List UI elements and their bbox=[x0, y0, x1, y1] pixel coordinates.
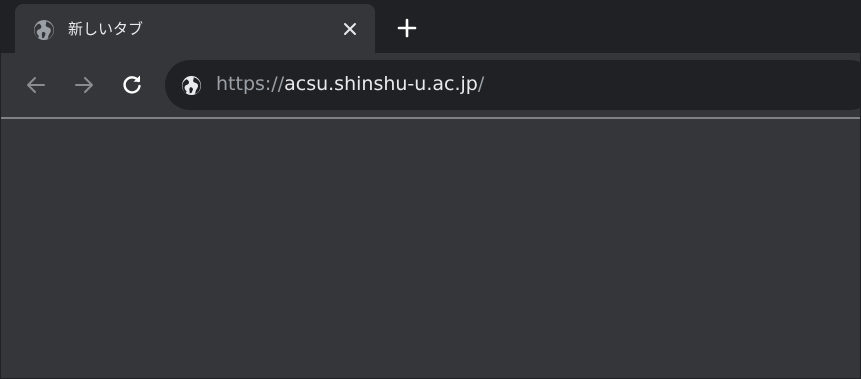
tab-new-tab[interactable]: 新しいタブ bbox=[15, 4, 375, 53]
address-bar[interactable]: https://acsu.shinshu-u.ac.jp/ bbox=[165, 60, 860, 110]
arrow-left-icon bbox=[27, 77, 45, 93]
back-button[interactable] bbox=[22, 71, 50, 99]
tab-title: 新しいタブ bbox=[68, 20, 144, 38]
url-scheme: https:// bbox=[216, 73, 285, 95]
reload-icon bbox=[123, 75, 141, 94]
reload-button[interactable] bbox=[118, 71, 146, 99]
toolbar: https://acsu.shinshu-u.ac.jp/ bbox=[1, 53, 860, 117]
url-text[interactable]: https://acsu.shinshu-u.ac.jp/ bbox=[216, 73, 484, 95]
tab-strip: 新しいタブ bbox=[1, 1, 860, 53]
url-path: / bbox=[477, 73, 485, 95]
globe-icon[interactable] bbox=[181, 75, 202, 96]
globe-icon bbox=[33, 19, 55, 41]
arrow-right-icon bbox=[75, 77, 93, 93]
page-content bbox=[1, 119, 860, 378]
url-host: acsu.shinshu-u.ac.jp bbox=[284, 73, 478, 95]
new-tab-button[interactable] bbox=[393, 14, 421, 42]
close-icon bbox=[344, 23, 356, 35]
forward-button[interactable] bbox=[70, 71, 98, 99]
browser-window: 新しいタブ https://acsu.shinshu-u.ac.jp/ bbox=[0, 0, 861, 379]
plus-icon bbox=[397, 18, 417, 38]
tab-close-button[interactable] bbox=[338, 17, 362, 41]
